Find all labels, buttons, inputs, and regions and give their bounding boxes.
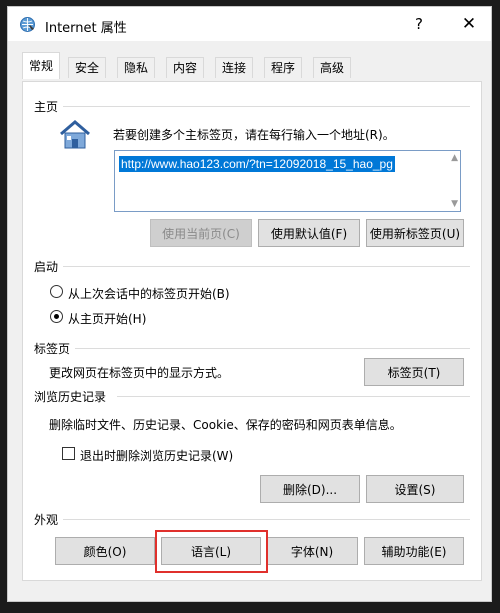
tabs-heading: 标签页 [34, 342, 71, 356]
browsing-history-description: 删除临时文件、历史记录、Cookie、保存的密码和网页表单信息。 [49, 418, 402, 432]
home-page-divider [63, 106, 470, 107]
browsing-history-heading: 浏览历史记录 [34, 390, 107, 404]
window-title: Internet 属性 [45, 21, 127, 36]
tab-programs[interactable]: 程序 [264, 57, 303, 78]
radio-home-page[interactable] [50, 310, 63, 323]
house-icon [60, 120, 90, 149]
use-default-button[interactable]: 使用默认值(F) [258, 219, 360, 247]
delete-button[interactable]: 删除(D)... [260, 475, 360, 503]
close-button[interactable]: ✕ [446, 7, 492, 41]
languages-highlight-box [155, 530, 268, 573]
radio-last-session[interactable] [50, 285, 63, 298]
tab-content[interactable]: 内容 [166, 57, 205, 78]
settings-button[interactable]: 设置(S) [366, 475, 464, 503]
appearance-divider [63, 519, 470, 520]
tabs-description: 更改网页在标签页中的显示方式。 [49, 366, 230, 380]
tabs-button[interactable]: 标签页(T) [364, 358, 464, 386]
tab-privacy[interactable]: 隐私 [117, 57, 156, 78]
tab-strip: 常规 安全 隐私 内容 连接 程序 高级 [22, 52, 482, 82]
close-icon: ✕ [461, 14, 477, 34]
general-tab-panel: 主页 若要创建多个主标签页，请在每行输入一个地址(R)。 http://www.… [22, 81, 482, 581]
scroll-up-icon[interactable]: ▲ [451, 153, 458, 163]
scroll-down-icon[interactable]: ▼ [451, 199, 458, 209]
internet-options-icon [20, 17, 35, 32]
colors-button[interactable]: 颜色(O) [55, 537, 155, 565]
home-page-heading: 主页 [34, 100, 59, 114]
home-page-description: 若要创建多个主标签页，请在每行输入一个地址(R)。 [113, 128, 395, 142]
use-new-tab-button[interactable]: 使用新标签页(U) [366, 219, 464, 247]
radio-home-page-label[interactable]: 从主页开始(H) [68, 310, 146, 327]
tabs-divider [75, 348, 470, 349]
radio-last-session-label[interactable]: 从上次会话中的标签页开始(B) [68, 285, 230, 302]
home-page-address-box[interactable]: http://www.hao123.com/?tn=12092018_15_ha… [114, 150, 461, 212]
use-current-button[interactable]: 使用当前页(C) [150, 219, 252, 247]
startup-divider [63, 266, 470, 267]
help-icon: ? [415, 15, 423, 33]
help-button[interactable]: ? [396, 7, 442, 41]
delete-history-on-exit-label[interactable]: 退出时删除浏览历史记录(W) [80, 447, 233, 464]
tab-advanced[interactable]: 高级 [313, 57, 352, 78]
accessibility-button[interactable]: 辅助功能(E) [364, 537, 464, 565]
delete-history-on-exit-checkbox[interactable] [62, 447, 75, 460]
tab-security[interactable]: 安全 [68, 57, 107, 78]
tab-connections[interactable]: 连接 [215, 57, 254, 78]
browsing-history-divider [117, 396, 470, 397]
internet-options-window: Internet 属性 ? ✕ 常规 安全 隐私 内容 连接 程序 高级 主页 … [7, 6, 492, 602]
home-page-url-text: http://www.hao123.com/?tn=12092018_15_ha… [119, 156, 395, 172]
fonts-button[interactable]: 字体(N) [266, 537, 358, 565]
title-bar: Internet 属性 ? ✕ [8, 7, 491, 41]
startup-heading: 启动 [34, 260, 59, 274]
appearance-heading: 外观 [34, 513, 59, 527]
tab-general[interactable]: 常规 [22, 52, 61, 79]
